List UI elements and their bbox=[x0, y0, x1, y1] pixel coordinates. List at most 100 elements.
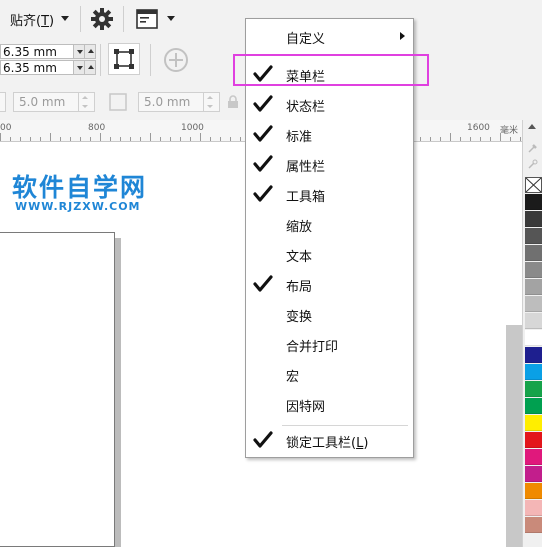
menu-item[interactable]: 标准 bbox=[246, 119, 413, 149]
lock-icon[interactable] bbox=[227, 95, 239, 109]
ruler-tick bbox=[230, 137, 231, 141]
ruler-tick bbox=[70, 137, 71, 141]
ruler-tick bbox=[240, 137, 241, 141]
ruler-label: 800 bbox=[88, 123, 106, 133]
ruler-label: 00 bbox=[0, 123, 12, 133]
menu-item-label: 锁定工具栏(L) bbox=[286, 432, 368, 451]
menu-item[interactable]: 变换 bbox=[246, 299, 413, 329]
ruler-tick bbox=[40, 137, 41, 141]
color-swatch[interactable] bbox=[525, 364, 542, 380]
color-swatch[interactable] bbox=[525, 466, 542, 482]
color-swatch[interactable] bbox=[525, 432, 542, 448]
ruler-tick bbox=[220, 137, 221, 141]
page-frame-button[interactable] bbox=[108, 43, 140, 75]
no-color-swatch[interactable] bbox=[525, 177, 542, 193]
toolbar-divider bbox=[123, 6, 124, 32]
ruler-tick bbox=[110, 137, 111, 141]
color-swatch[interactable] bbox=[525, 245, 542, 261]
nudge-y-spin-up[interactable] bbox=[84, 60, 96, 75]
document-page[interactable] bbox=[0, 232, 115, 547]
ruler-tick bbox=[50, 133, 51, 141]
ruler-tick bbox=[520, 137, 521, 141]
ruler-tick bbox=[150, 133, 151, 141]
color-swatch[interactable] bbox=[525, 313, 542, 329]
lock-label: 锁定工具栏( bbox=[286, 436, 357, 451]
ruler-tick bbox=[30, 137, 31, 141]
ruler-tick bbox=[160, 137, 161, 141]
color-swatch[interactable] bbox=[525, 449, 542, 465]
color-swatch[interactable] bbox=[525, 398, 542, 414]
menu-item[interactable]: 属性栏 bbox=[246, 149, 413, 179]
chevron-down-icon[interactable] bbox=[167, 16, 175, 21]
gear-icon[interactable] bbox=[90, 7, 114, 31]
menu-item[interactable]: 宏 bbox=[246, 359, 413, 389]
ruler-tick bbox=[430, 137, 431, 141]
menu-item[interactable]: 文本 bbox=[246, 239, 413, 269]
watermark-title: 软件自学网 bbox=[12, 173, 148, 202]
ruler-tick bbox=[500, 133, 501, 141]
ruler-tick bbox=[180, 137, 181, 141]
ruler-label: 1600 bbox=[467, 123, 490, 133]
ruler-tick bbox=[480, 137, 481, 141]
palette-scroll-up-icon[interactable] bbox=[528, 124, 536, 129]
menu-item-label: 标准 bbox=[286, 130, 313, 145]
menu-item[interactable]: 工具箱 bbox=[246, 179, 413, 209]
nudge-x-field[interactable]: 6.35 mm bbox=[0, 44, 74, 59]
menu-item-label: 状态栏 bbox=[286, 100, 326, 115]
color-swatch[interactable] bbox=[525, 279, 542, 295]
color-swatch[interactable] bbox=[525, 211, 542, 227]
ruler-unit: 毫米 bbox=[500, 126, 519, 136]
ruler-tick bbox=[20, 137, 21, 141]
menu-item-label: 因特网 bbox=[286, 400, 326, 415]
toolbar-divider bbox=[80, 6, 81, 32]
palette-tool-icon[interactable] bbox=[527, 158, 539, 170]
color-swatch[interactable] bbox=[525, 381, 542, 397]
color-swatch[interactable] bbox=[525, 347, 542, 363]
ruler-tick bbox=[80, 137, 81, 141]
eyedropper-icon[interactable] bbox=[527, 142, 539, 154]
desktop-area bbox=[506, 325, 522, 547]
color-swatch[interactable] bbox=[525, 500, 542, 516]
add-icon[interactable] bbox=[163, 47, 189, 73]
color-swatch[interactable] bbox=[525, 228, 542, 244]
width-field[interactable]: 5.0 mm bbox=[13, 92, 79, 112]
ruler-tick bbox=[460, 137, 461, 141]
menu-item[interactable]: 因特网 bbox=[246, 389, 413, 419]
color-swatch[interactable] bbox=[525, 262, 542, 278]
bleed-frame-icon bbox=[114, 49, 134, 69]
color-swatch[interactable] bbox=[525, 415, 542, 431]
menu-item[interactable]: 合并打印 bbox=[246, 329, 413, 359]
menu-item[interactable]: 缩放 bbox=[246, 209, 413, 239]
nudge-y-field[interactable]: 6.35 mm bbox=[0, 60, 74, 75]
width-spinner[interactable] bbox=[78, 92, 95, 112]
menu-item-label: 工具箱 bbox=[286, 190, 326, 205]
check-icon bbox=[253, 155, 273, 172]
color-swatch[interactable] bbox=[525, 517, 542, 533]
toolbar-divider bbox=[150, 44, 151, 76]
menu-item[interactable]: 状态栏 bbox=[246, 89, 413, 119]
nudge-x-spin-up[interactable] bbox=[84, 44, 96, 59]
ruler-tick bbox=[120, 137, 121, 141]
color-swatch[interactable] bbox=[525, 330, 542, 346]
check-icon bbox=[253, 95, 273, 112]
height-field[interactable]: 5.0 mm bbox=[138, 92, 204, 112]
menu-item-label: 变换 bbox=[286, 310, 313, 325]
ruler-tick bbox=[440, 137, 441, 141]
menu-item-customize[interactable]: 自定义 bbox=[246, 21, 413, 51]
ruler-tick bbox=[190, 137, 191, 141]
menu-item-label: 自定义 bbox=[286, 32, 326, 47]
window-layout-icon[interactable] bbox=[136, 9, 158, 29]
menu-item-lock-toolbars[interactable]: 锁定工具栏(L) bbox=[246, 425, 413, 455]
menu-item-label: 属性栏 bbox=[286, 160, 326, 175]
ruler-tick bbox=[510, 137, 511, 141]
color-swatch[interactable] bbox=[525, 296, 542, 312]
menu-item-label: 布局 bbox=[286, 280, 313, 295]
height-spinner[interactable] bbox=[203, 92, 220, 112]
menu-item-label: 文本 bbox=[286, 250, 313, 265]
menu-item[interactable]: 布局 bbox=[246, 269, 413, 299]
color-swatch[interactable] bbox=[525, 483, 542, 499]
snap-to-dropdown[interactable]: 贴齐(T) bbox=[10, 10, 54, 29]
chevron-down-icon[interactable] bbox=[61, 16, 69, 21]
corner-frame-icon bbox=[109, 93, 127, 111]
color-swatch[interactable] bbox=[525, 194, 542, 210]
